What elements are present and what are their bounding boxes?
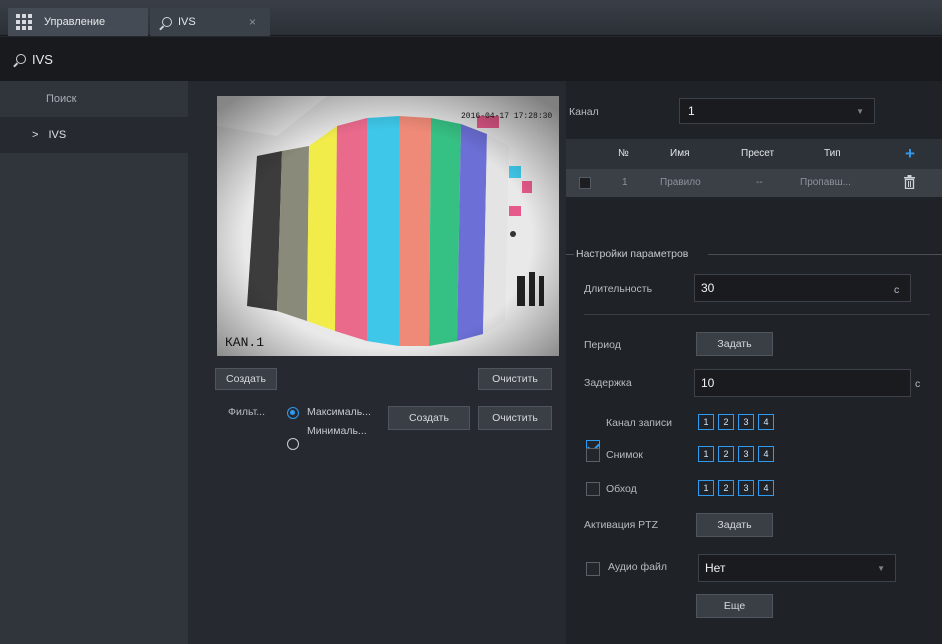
sidebar-item-label: IVS — [48, 129, 67, 141]
video-preview[interactable]: 2016-04-17 17:28:30 КАN.1 — [217, 96, 559, 356]
row-type: Пропавш... — [800, 177, 851, 188]
delay-value: 10 — [701, 376, 715, 390]
sidebar: Поиск > IVS — [0, 81, 188, 644]
record-channel-label: Канал записи — [606, 417, 672, 429]
column-header-preset: Пресет — [741, 148, 775, 159]
tour-channel-1[interactable]: 1 — [698, 480, 714, 496]
snapshot-label: Снимок — [606, 449, 643, 461]
audio-file-checkbox[interactable] — [586, 562, 600, 576]
audio-file-value: Нет — [705, 561, 726, 575]
page-title: IVS — [32, 51, 53, 67]
clear-button[interactable]: Очистить — [478, 368, 552, 390]
tab-ivs-label: IVS — [178, 16, 196, 28]
snapshot-channel-numbers: 1 2 3 4 — [698, 446, 774, 462]
tab-bar: Управление IVS × — [0, 0, 942, 36]
video-timestamp: 2016-04-17 17:28:30 — [461, 112, 552, 121]
column-header-type: Тип — [824, 148, 841, 159]
record-channel-1[interactable]: 1 — [698, 414, 714, 430]
grid-menu-icon — [16, 14, 32, 30]
snapshot-channel-1[interactable]: 1 — [698, 446, 714, 462]
app-window: Управление IVS × IVS Поиск > IVS 2016-04… — [0, 0, 942, 644]
duration-input[interactable]: 30 — [694, 274, 911, 302]
filter-label: Фильт... — [228, 406, 266, 418]
ptz-label: Активация PTZ — [584, 519, 659, 531]
legend-line-right — [708, 254, 942, 255]
more-button[interactable]: Еще — [696, 594, 773, 618]
legend-line-left — [566, 254, 574, 255]
params-legend: Настройки параметров — [576, 248, 689, 260]
tour-checkbox[interactable] — [586, 482, 600, 496]
audio-file-select[interactable]: Нет ▼ — [698, 554, 896, 582]
chevron-down-icon: ▼ — [856, 106, 864, 116]
delay-input[interactable]: 10 — [694, 369, 911, 397]
record-channel-numbers: 1 2 3 4 — [698, 414, 774, 430]
filter-option-max-label: Максималь... — [307, 406, 371, 418]
tour-channel-numbers: 1 2 3 4 — [698, 480, 774, 496]
sidebar-item-search[interactable]: Поиск — [0, 81, 188, 117]
filter-radio-min[interactable] — [287, 438, 299, 450]
tab-ivs[interactable]: IVS × — [150, 8, 270, 36]
rules-table-header: № Имя Пресет Тип + — [566, 139, 942, 169]
ivs-search-icon — [162, 17, 172, 27]
duration-value: 30 — [701, 281, 715, 295]
camera-image: 2016-04-17 17:28:30 КАN.1 — [217, 96, 559, 356]
column-header-name: Имя — [670, 148, 690, 159]
table-row[interactable]: 1 Правило -- Пропавш... — [566, 169, 942, 197]
video-channel-label: КАN.1 — [225, 335, 264, 350]
tour-channel-4[interactable]: 4 — [758, 480, 774, 496]
sidebar-item-ivs[interactable]: > IVS — [0, 117, 188, 153]
page-header: IVS — [0, 37, 942, 81]
filter-clear-button[interactable]: Очистить — [478, 406, 552, 430]
delay-label: Задержка — [584, 377, 632, 389]
record-channel-3[interactable]: 3 — [738, 414, 754, 430]
record-channel-4[interactable]: 4 — [758, 414, 774, 430]
channel-select[interactable]: 1 ▼ — [679, 98, 875, 124]
row-enable-checkbox[interactable] — [579, 177, 591, 189]
period-label: Период — [584, 339, 621, 351]
row-number: 1 — [622, 177, 628, 188]
trash-icon[interactable] — [904, 175, 915, 192]
tour-label: Обход — [606, 483, 637, 495]
tour-channel-3[interactable]: 3 — [738, 480, 754, 496]
tour-channel-2[interactable]: 2 — [718, 480, 734, 496]
add-rule-icon[interactable]: + — [905, 144, 915, 164]
delay-unit: с — [915, 378, 921, 390]
column-header-number: № — [618, 148, 629, 159]
create-button[interactable]: Создать — [215, 368, 277, 390]
channel-label: Канал — [569, 106, 599, 118]
chevron-right-icon: > — [32, 129, 39, 141]
period-set-button[interactable]: Задать — [696, 332, 773, 356]
snapshot-checkbox[interactable] — [586, 448, 600, 462]
ptz-set-button[interactable]: Задать — [696, 513, 773, 537]
close-icon[interactable]: × — [249, 15, 256, 29]
channel-value: 1 — [688, 104, 695, 118]
sidebar-item-label: Поиск — [46, 93, 77, 105]
tab-management-label: Управление — [44, 16, 106, 28]
filter-radio-max[interactable] — [287, 407, 299, 419]
ivs-search-icon — [16, 54, 26, 64]
chevron-down-icon: ▼ — [877, 563, 885, 573]
snapshot-channel-2[interactable]: 2 — [718, 446, 734, 462]
filter-create-button[interactable]: Создать — [388, 406, 470, 430]
audio-file-label: Аудио файл — [608, 561, 668, 573]
filter-option-min-label: Минималь... — [307, 425, 367, 437]
snapshot-channel-3[interactable]: 3 — [738, 446, 754, 462]
tab-management[interactable]: Управление — [8, 8, 148, 36]
duration-label: Длительность — [584, 283, 653, 295]
divider — [584, 314, 930, 315]
duration-unit: с — [894, 284, 900, 296]
row-preset: -- — [756, 177, 763, 188]
row-name: Правило — [660, 177, 701, 188]
snapshot-channel-4[interactable]: 4 — [758, 446, 774, 462]
record-channel-2[interactable]: 2 — [718, 414, 734, 430]
